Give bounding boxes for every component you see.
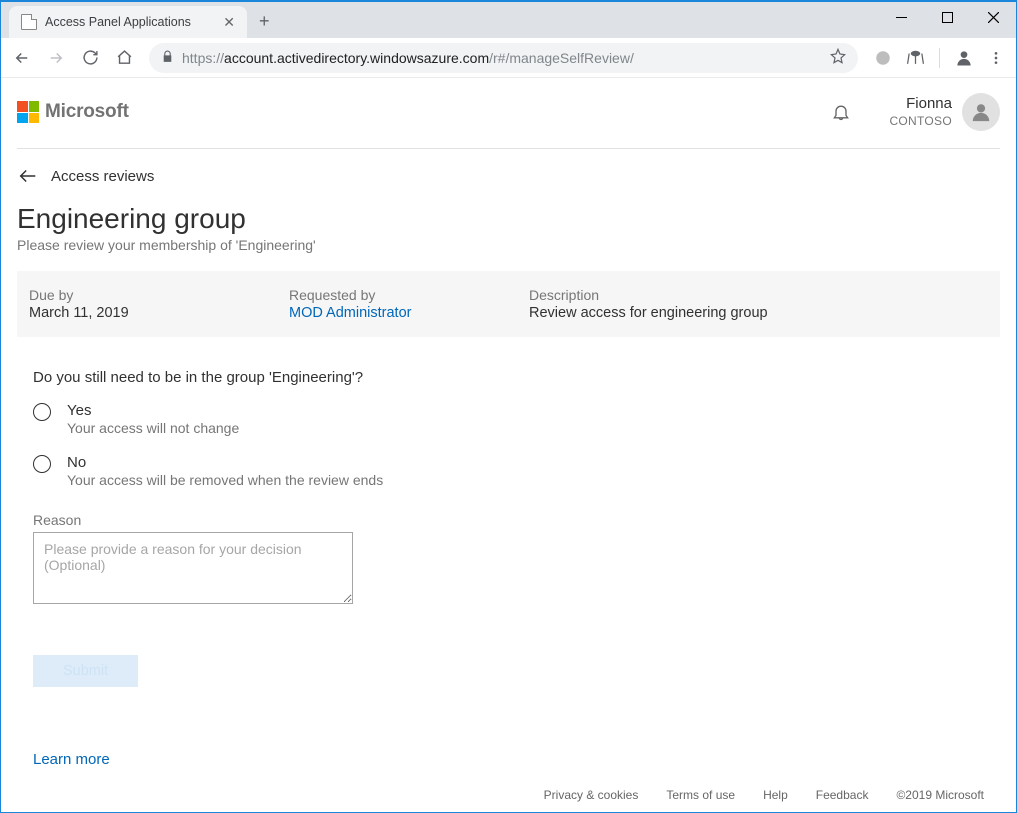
radio-label: Yes xyxy=(67,402,239,419)
bookmark-star-icon[interactable] xyxy=(830,48,846,67)
footer-feedback-link[interactable]: Feedback xyxy=(816,788,869,802)
browser-tab[interactable]: Access Panel Applications ✕ xyxy=(9,6,247,38)
radio-hint: Your access will not change xyxy=(67,420,239,436)
microsoft-logo-icon xyxy=(17,101,39,123)
back-arrow-icon[interactable] xyxy=(17,165,39,187)
toolbar: https://account.activedirectory.windowsa… xyxy=(1,38,1016,78)
description-value: Review access for engineering group xyxy=(529,305,988,321)
radio-hint: Your access will be removed when the rev… xyxy=(67,472,383,488)
extension-icon[interactable] xyxy=(906,48,925,67)
forward-button[interactable] xyxy=(41,43,71,73)
footer-privacy-link[interactable]: Privacy & cookies xyxy=(544,788,639,802)
home-button[interactable] xyxy=(109,43,139,73)
description-label: Description xyxy=(529,287,988,303)
reason-label: Reason xyxy=(33,512,1000,528)
tab-title: Access Panel Applications xyxy=(45,15,213,29)
reload-button[interactable] xyxy=(75,43,105,73)
requested-by-label: Requested by xyxy=(289,287,489,303)
learn-more-link[interactable]: Learn more xyxy=(33,751,110,768)
microsoft-logo[interactable]: Microsoft xyxy=(17,101,129,123)
user-org: CONTOSO xyxy=(889,114,952,130)
divider xyxy=(939,48,940,68)
window-maximize-button[interactable] xyxy=(924,2,970,32)
window-minimize-button[interactable] xyxy=(878,2,924,32)
profile-icon[interactable] xyxy=(954,48,974,68)
page-footer: Privacy & cookies Terms of use Help Feed… xyxy=(17,782,1000,812)
radio-label: No xyxy=(67,454,383,471)
radio-option-no[interactable]: No Your access will be removed when the … xyxy=(33,454,1000,488)
browser-chrome: Access Panel Applications ✕ + xyxy=(1,2,1016,78)
titlebar: Access Panel Applications ✕ + xyxy=(1,2,1016,38)
submit-button[interactable]: Submit xyxy=(33,655,138,687)
page-header: Microsoft Fionna CONTOSO xyxy=(17,78,1000,149)
reason-textarea[interactable] xyxy=(33,532,353,604)
breadcrumb-label: Access reviews xyxy=(51,168,154,185)
footer-terms-link[interactable]: Terms of use xyxy=(666,788,735,802)
brand-text: Microsoft xyxy=(45,101,129,123)
address-bar[interactable]: https://account.activedirectory.windowsa… xyxy=(149,43,858,73)
requested-by-link[interactable]: MOD Administrator xyxy=(289,305,489,321)
lock-icon xyxy=(161,50,174,66)
footer-copyright: ©2019 Microsoft xyxy=(896,788,984,802)
due-by-label: Due by xyxy=(29,287,249,303)
radio-icon xyxy=(33,403,51,421)
viewport: Microsoft Fionna CONTOSO Access reviews xyxy=(1,78,1016,812)
new-tab-button[interactable]: + xyxy=(247,5,282,38)
tab-strip: Access Panel Applications ✕ + xyxy=(1,2,282,38)
breadcrumb[interactable]: Access reviews xyxy=(17,149,1000,197)
user-menu[interactable]: Fionna CONTOSO xyxy=(889,93,1000,131)
page-title: Engineering group xyxy=(17,203,1000,235)
tab-close-icon[interactable]: ✕ xyxy=(221,14,237,31)
notifications-button[interactable] xyxy=(821,92,861,132)
review-question: Do you still need to be in the group 'En… xyxy=(33,369,1000,386)
url-text: https://account.activedirectory.windowsa… xyxy=(182,50,822,66)
window-controls xyxy=(878,2,1016,32)
extension-icon[interactable] xyxy=(874,49,892,67)
extension-icons xyxy=(868,48,1010,68)
page-icon xyxy=(21,14,37,30)
window-close-button[interactable] xyxy=(970,2,1016,32)
page-subtitle: Please review your membership of 'Engine… xyxy=(17,237,1000,253)
radio-icon xyxy=(33,455,51,473)
review-metadata: Due by March 11, 2019 Requested by MOD A… xyxy=(17,271,1000,337)
footer-help-link[interactable]: Help xyxy=(763,788,788,802)
browser-menu-icon[interactable] xyxy=(988,50,1004,66)
avatar-icon xyxy=(962,93,1000,131)
user-name: Fionna xyxy=(889,94,952,114)
back-button[interactable] xyxy=(7,43,37,73)
reason-section: Reason xyxy=(33,512,1000,607)
radio-option-yes[interactable]: Yes Your access will not change xyxy=(33,402,1000,436)
page-content: Microsoft Fionna CONTOSO Access reviews xyxy=(1,78,1016,812)
due-by-value: March 11, 2019 xyxy=(29,305,249,321)
